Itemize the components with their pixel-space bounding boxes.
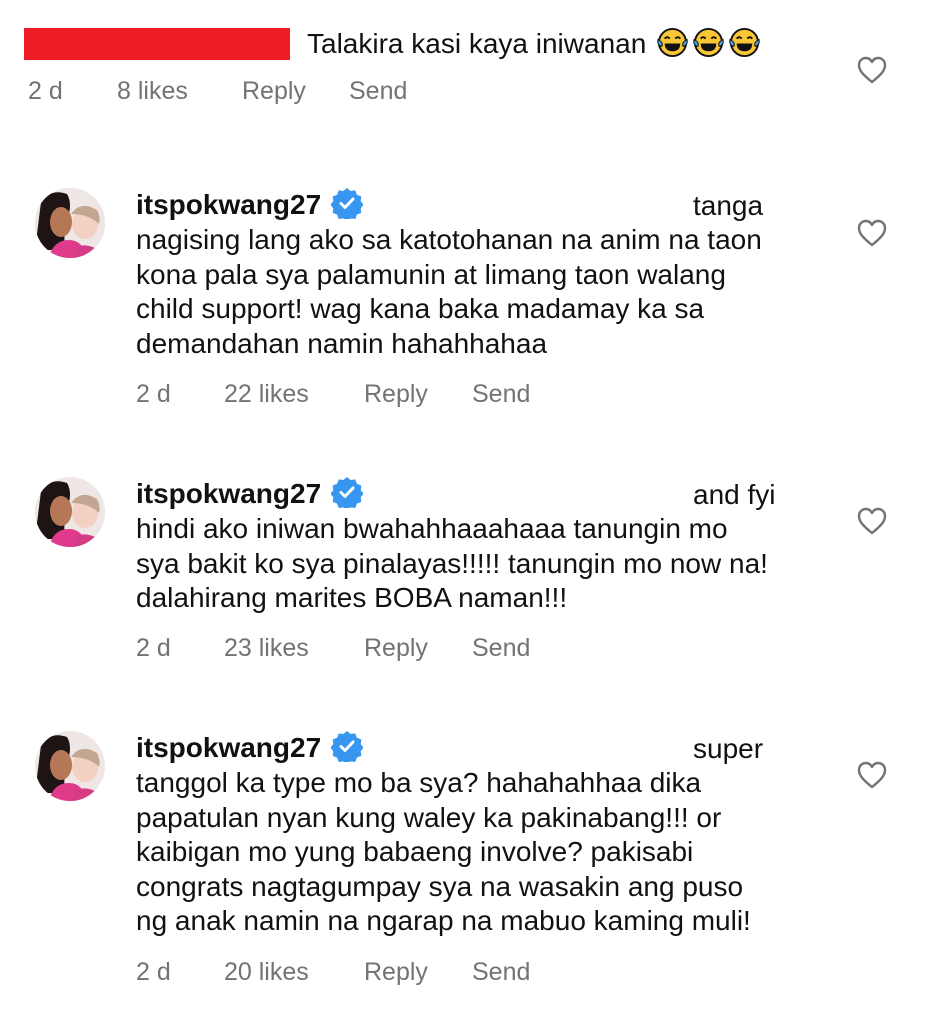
verified-badge-icon <box>331 731 364 762</box>
top-comment-body: Talakira kasi kaya iniwanan <box>307 28 647 59</box>
avatar[interactable] <box>35 188 105 258</box>
comment-author: itspokwang27 <box>136 730 364 765</box>
comment-author: itspokwang27 <box>136 187 364 222</box>
comment-first-word: and fyi <box>693 479 776 510</box>
comment-meta: 2 d 22 likes Reply Send <box>136 379 556 409</box>
reply-button[interactable]: Reply <box>242 76 306 106</box>
comment-author: itspokwang27 <box>136 476 364 511</box>
send-button[interactable]: Send <box>349 76 407 106</box>
likes-count[interactable]: 22 likes <box>224 379 309 409</box>
timestamp: 2 d <box>136 634 171 662</box>
likes-count[interactable]: 8 likes <box>117 76 188 106</box>
comment-body: hindi ako iniwan bwahahhaaahaaa tanungin… <box>136 513 768 613</box>
likes-count[interactable]: 23 likes <box>224 633 309 663</box>
username-link[interactable]: itspokwang27 <box>136 189 321 220</box>
verified-badge-icon <box>331 188 364 219</box>
timestamp: 2 d <box>136 380 171 408</box>
like-heart-icon[interactable] <box>856 55 888 85</box>
like-heart-icon[interactable] <box>856 760 888 790</box>
timestamp: 2 d <box>28 77 63 105</box>
verified-badge-icon <box>331 477 364 508</box>
comment-meta: 2 d 20 likes Reply Send <box>136 957 556 987</box>
send-button[interactable]: Send <box>472 379 530 409</box>
emoji-group <box>656 26 761 59</box>
comment-body: nagising lang ako sa katotohanan na anim… <box>136 224 762 359</box>
send-button[interactable]: Send <box>472 633 530 663</box>
comment-body: tanggol ka type mo ba sya? hahahahhaa di… <box>136 767 751 936</box>
reply-button[interactable]: Reply <box>364 379 428 409</box>
laughing-emoji-icon <box>693 27 724 58</box>
like-heart-icon[interactable] <box>856 506 888 536</box>
username-link[interactable]: itspokwang27 <box>136 478 321 509</box>
top-comment-text: Talakira kasi kaya iniwanan <box>307 24 761 64</box>
reply-button[interactable]: Reply <box>364 957 428 987</box>
reply-button[interactable]: Reply <box>364 633 428 663</box>
username-link[interactable]: itspokwang27 <box>136 732 321 763</box>
likes-count[interactable]: 20 likes <box>224 957 309 987</box>
like-heart-icon[interactable] <box>856 218 888 248</box>
comment-first-word: super <box>693 733 764 764</box>
avatar-image <box>35 188 105 258</box>
avatar-image <box>35 477 105 547</box>
laughing-emoji-icon <box>729 27 760 58</box>
avatar[interactable] <box>35 731 105 801</box>
timestamp: 2 d <box>136 958 171 986</box>
comment-meta: 2 d 23 likes Reply Send <box>136 633 556 663</box>
top-comment-meta: 2 d 8 likes Reply Send <box>28 76 428 106</box>
redacted-username <box>24 28 290 60</box>
send-button[interactable]: Send <box>472 957 530 987</box>
avatar[interactable] <box>35 477 105 547</box>
laughing-emoji-icon <box>657 27 688 58</box>
avatar-image <box>35 731 105 801</box>
comment-first-word: tanga <box>693 190 764 221</box>
